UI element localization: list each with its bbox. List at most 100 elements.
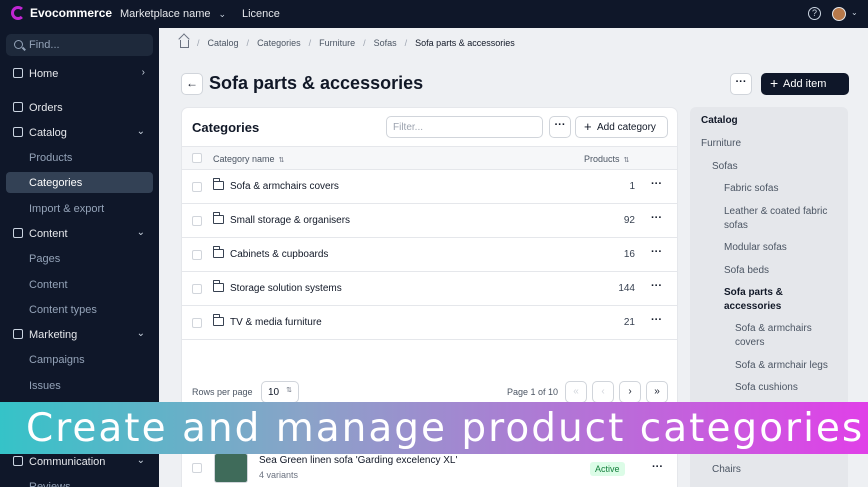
avatar[interactable] xyxy=(832,7,846,21)
product-count: 144 xyxy=(618,283,635,294)
row-checkbox[interactable] xyxy=(192,463,202,473)
category-name[interactable]: Cabinets & cupboards xyxy=(230,249,328,260)
category-name[interactable]: Small storage & organisers xyxy=(230,215,350,226)
marketplace-selector[interactable]: Marketplace name ⌄ xyxy=(120,8,226,20)
product-count: 21 xyxy=(623,317,635,328)
column-label: Category name xyxy=(213,154,275,164)
tree-item[interactable]: Leather & coated fabric sofas xyxy=(724,205,844,233)
filter-input[interactable]: Filter... xyxy=(386,116,543,138)
breadcrumb-item[interactable]: Furniture xyxy=(319,38,355,48)
row-checkbox[interactable] xyxy=(192,216,202,226)
sidebar-item-label: Catalog xyxy=(29,127,67,139)
table-row[interactable]: Sofa & armchairs covers 1 ··· xyxy=(182,170,677,204)
row-more-button[interactable]: ··· xyxy=(651,280,662,292)
brand-logo[interactable]: Evocommerce xyxy=(11,6,112,20)
sidebar-item-communication[interactable]: Communication ⌄ xyxy=(6,451,153,472)
tree-item[interactable]: Sofas xyxy=(712,160,842,174)
breadcrumb-item[interactable]: Catalog xyxy=(208,38,239,48)
sidebar-item-reviews[interactable]: Reviews xyxy=(6,476,153,487)
add-category-button[interactable]: Add category xyxy=(575,116,668,138)
select-all-checkbox[interactable] xyxy=(192,153,202,163)
column-header-name[interactable]: Category name ⇅ xyxy=(213,154,284,164)
more-options-button[interactable]: ··· xyxy=(730,73,752,95)
last-page-button[interactable]: » xyxy=(646,381,668,403)
chevron-down-icon[interactable]: ⌄ xyxy=(851,8,858,17)
licence-link[interactable]: Licence xyxy=(242,8,280,20)
tree-item[interactable]: Modular sofas xyxy=(724,241,844,255)
tree-item[interactable]: Furniture xyxy=(701,137,841,151)
sidebar-item-campaigns[interactable]: Campaigns xyxy=(6,349,153,370)
row-checkbox[interactable] xyxy=(192,250,202,260)
sidebar-item-categories[interactable]: Categories xyxy=(6,172,153,193)
breadcrumb-item[interactable]: Sofas xyxy=(374,38,397,48)
first-page-button[interactable]: « xyxy=(565,381,587,403)
breadcrumb-current: Sofa parts & accessories xyxy=(415,38,515,48)
back-button[interactable]: ← xyxy=(181,73,203,95)
tree-item[interactable]: Fabric sofas xyxy=(724,182,844,196)
sidebar-item-content[interactable]: Content ⌄ xyxy=(6,223,153,244)
next-page-button[interactable]: › xyxy=(619,381,641,403)
add-item-button[interactable]: Add item xyxy=(761,73,849,95)
sidebar-item-content-types[interactable]: Content types xyxy=(6,299,153,320)
search-input[interactable]: Find... xyxy=(6,34,153,56)
chevron-updown-icon: ⇅ xyxy=(286,387,292,394)
promo-banner: Create and manage product categories xyxy=(0,402,868,454)
tree-root[interactable]: Catalog xyxy=(701,114,738,128)
row-checkbox[interactable] xyxy=(192,284,202,294)
chevron-down-icon: ⌄ xyxy=(136,227,145,238)
rows-per-page-select[interactable]: 10 ⇅ xyxy=(261,381,299,403)
row-checkbox[interactable] xyxy=(192,318,202,328)
row-more-button[interactable]: ··· xyxy=(651,246,662,258)
table-row[interactable]: Small storage & organisers 92 ··· xyxy=(182,204,677,238)
column-header-products[interactable]: Products ⇅ xyxy=(584,154,629,164)
sidebar-item-pages[interactable]: Pages xyxy=(6,248,153,269)
row-more-button[interactable]: ··· xyxy=(651,212,662,224)
app-root: Evocommerce Marketplace name ⌄ Licence ?… xyxy=(0,0,868,487)
row-more-button[interactable]: ··· xyxy=(652,461,663,473)
tree-item[interactable]: Sofa cushions xyxy=(735,381,845,395)
tree-item[interactable]: Sofa beds xyxy=(724,264,844,278)
breadcrumb-item[interactable]: Categories xyxy=(257,38,301,48)
category-name[interactable]: Storage solution systems xyxy=(230,283,342,294)
sidebar-item-marketing[interactable]: Marketing ⌄ xyxy=(6,324,153,345)
sidebar-item-label: Communication xyxy=(29,456,106,468)
tree-item[interactable]: Sofa & armchairs covers xyxy=(735,322,835,350)
table-row[interactable]: Cabinets & cupboards 16 ··· xyxy=(182,238,677,272)
product-thumbnail xyxy=(214,453,248,483)
prev-page-button[interactable]: ‹ xyxy=(592,381,614,403)
document-icon xyxy=(13,228,23,238)
tree-item-active[interactable]: Sofa parts & accessories xyxy=(724,286,819,314)
categories-more-button[interactable]: ··· xyxy=(549,116,571,138)
sort-icon: ⇅ xyxy=(623,157,630,164)
tree-item[interactable]: Sofa & armchair legs xyxy=(735,359,845,373)
row-checkbox[interactable] xyxy=(192,182,202,192)
category-name[interactable]: TV & media furniture xyxy=(230,317,322,328)
breadcrumb-separator: / xyxy=(404,38,408,48)
tree-item[interactable]: Chairs xyxy=(712,463,842,477)
sidebar-item-catalog[interactable]: Catalog ⌄ xyxy=(6,122,153,143)
row-more-button[interactable]: ··· xyxy=(651,178,662,190)
page-title: Sofa parts & accessories xyxy=(209,73,424,93)
home-icon[interactable] xyxy=(180,40,189,48)
sidebar-item-products[interactable]: Products xyxy=(6,147,153,168)
category-name[interactable]: Sofa & armchairs covers xyxy=(230,181,339,192)
tag-icon xyxy=(13,329,23,339)
sidebar-item-content-sub[interactable]: Content xyxy=(6,274,153,295)
rows-per-page-value: 10 xyxy=(268,387,280,398)
sidebar-item-orders[interactable]: Orders xyxy=(6,97,153,118)
sort-icon: ⇅ xyxy=(278,157,285,164)
sidebar-item-issues[interactable]: Issues xyxy=(6,375,153,396)
sidebar-item-home[interactable]: Home › xyxy=(6,63,153,84)
row-more-button[interactable]: ··· xyxy=(651,314,662,326)
home-icon xyxy=(13,68,23,78)
chevron-down-icon: ⌄ xyxy=(218,8,227,19)
cart-icon xyxy=(13,102,23,112)
table-row[interactable]: Storage solution systems 144 ··· xyxy=(182,272,677,306)
box-icon xyxy=(13,127,23,137)
table-row[interactable]: TV & media furniture 21 ··· xyxy=(182,306,677,340)
sidebar-item-import-export[interactable]: Import & export xyxy=(6,198,153,219)
marketplace-label: Marketplace name xyxy=(120,8,211,20)
help-icon[interactable]: ? xyxy=(808,7,821,20)
categories-card: Categories Filter... ··· Add category Ca… xyxy=(181,107,678,409)
product-name[interactable]: Sea Green linen sofa 'Garding excelency … xyxy=(259,455,457,466)
